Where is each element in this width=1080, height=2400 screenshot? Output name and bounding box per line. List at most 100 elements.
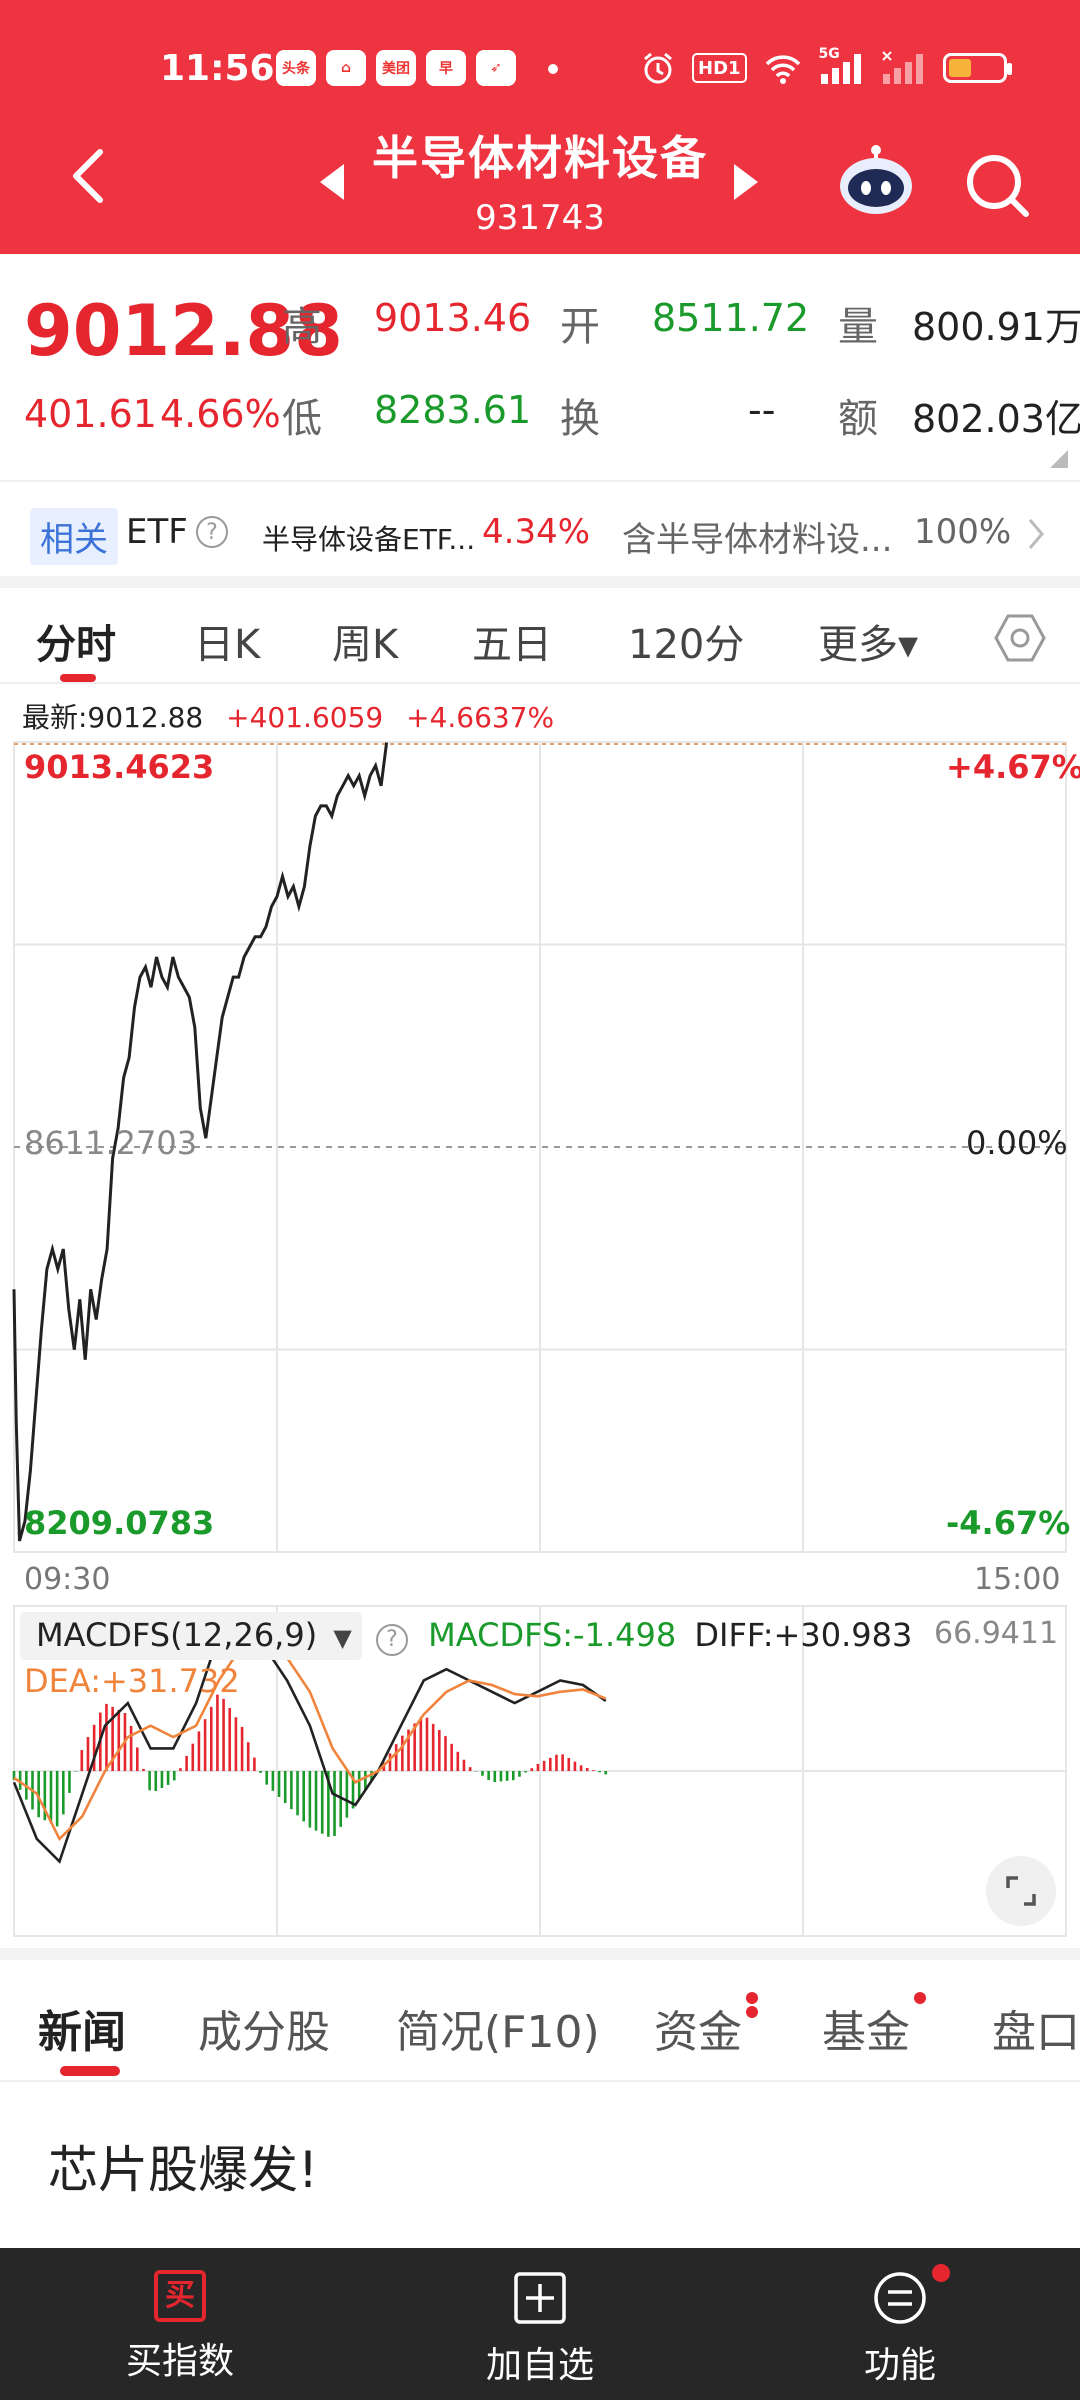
- fullscreen-button[interactable]: [986, 1856, 1056, 1926]
- open-value: 8511.72: [652, 296, 810, 340]
- system-icons: HD1 5G: [640, 46, 1012, 86]
- funds-flow-badge: [746, 2006, 758, 2018]
- menu-circle-icon: [874, 2272, 926, 2324]
- etf-label: ETF: [126, 512, 188, 552]
- page-title: 半导体材料设备: [372, 131, 708, 185]
- bottom-action-bar: 买 买指数 加自选 功能: [0, 2248, 1080, 2400]
- index-code: 931743: [475, 198, 605, 238]
- assistant-robot-icon[interactable]: [836, 142, 916, 222]
- next-index-arrow[interactable]: [734, 164, 758, 200]
- high-label: 高: [282, 304, 322, 350]
- tab-fund[interactable]: 基金: [822, 1996, 910, 2060]
- add-square-icon: [514, 2272, 566, 2324]
- tab-five-day[interactable]: 五日: [472, 612, 552, 670]
- active-tab-indicator: [60, 674, 96, 682]
- macd-max-label: 66.9411: [934, 1616, 1059, 1651]
- intraday-chart-area[interactable]: [0, 730, 1080, 1946]
- low-value: 8283.61: [374, 388, 532, 432]
- status-time: 11:56: [160, 48, 275, 89]
- tab-more[interactable]: 更多▾: [818, 612, 918, 670]
- high-value: 9013.46: [374, 296, 532, 340]
- alarm-icon: [644, 52, 672, 84]
- macd-header: MACDFS(12,26,9) ▼ ? MACDFS:-1.498 DIFF:+…: [20, 1616, 912, 1656]
- hd-icon: HD1: [692, 53, 747, 83]
- functions-button[interactable]: 功能: [800, 2248, 1000, 2388]
- chart-grid: [13, 741, 1067, 1937]
- buy-icon: 买: [154, 2270, 206, 2322]
- axis-top-left-label: 9013.4623: [24, 748, 215, 786]
- macd-help-icon[interactable]: ?: [376, 1624, 408, 1656]
- tab-constituents[interactable]: 成分股: [198, 1996, 330, 2060]
- network-5g-icon: 5G: [819, 46, 865, 86]
- turnover-value: --: [748, 388, 776, 432]
- tab-intraday[interactable]: 分时: [36, 612, 116, 670]
- toutiao-app-icon: 头条: [276, 50, 316, 86]
- macd-histogram: [12, 1694, 608, 1837]
- app-header: 11:56 头条 ⌂ 美团 早 ➶ HD1 5G 半导体材料设备 931743: [0, 0, 1080, 254]
- axis-mid-left-label: 8611.2703: [24, 1124, 198, 1162]
- turnover-label: 换: [560, 396, 600, 442]
- time-start-label: 09:30: [24, 1562, 111, 1597]
- time-end-label: 15:00: [974, 1562, 1061, 1597]
- low-label: 低: [282, 396, 322, 442]
- tab-weekly-k[interactable]: 周K: [332, 612, 398, 670]
- section-divider: [0, 576, 1080, 588]
- etf-contains-pct: 100%: [914, 512, 1012, 552]
- meituan-app-icon: 美团: [376, 50, 416, 86]
- network-5g-label: 5G: [818, 46, 840, 62]
- related-tag: 相关: [30, 508, 118, 565]
- etf-contains[interactable]: 含半导体材料设...: [622, 512, 892, 561]
- more-notifications-dot: [548, 64, 558, 74]
- search-icon[interactable]: [962, 150, 1032, 220]
- quote-panel: 9012.88 401.61 4.66% 高 9013.46 开 8511.72…: [0, 254, 1080, 480]
- section-divider-2: [0, 1948, 1080, 1960]
- funds-flow-red-dot: [746, 1992, 758, 2004]
- tab-news[interactable]: 新闻: [38, 1996, 126, 2060]
- diff-value: DIFF:+30.983: [694, 1616, 913, 1654]
- price-change-pct: 4.66%: [160, 392, 281, 436]
- caret-down-icon[interactable]: ▼: [333, 1624, 351, 1652]
- chart-tabs: 分时 日K 周K 五日 120分 更多▾: [0, 588, 1080, 684]
- battery-icon: [942, 53, 1012, 83]
- related-etf-bar[interactable]: 相关 ETF ? 半导体设备ETF... 4.34% 含半导体材料设... 10…: [0, 480, 1080, 584]
- buy-index-button[interactable]: 买 买指数: [80, 2248, 280, 2384]
- axis-mid-right-label: 0.00%: [966, 1124, 1068, 1162]
- news-app-icon: 早: [426, 50, 466, 86]
- tab-funds-flow[interactable]: 资金: [654, 1996, 742, 2060]
- axis-bottom-left-label: 8209.0783: [24, 1504, 215, 1542]
- open-label: 开: [560, 304, 600, 350]
- expand-corner-icon[interactable]: [1050, 450, 1068, 468]
- functions-label: 功能: [863, 2345, 936, 2386]
- buy-index-label: 买指数: [125, 2341, 234, 2382]
- settings-hexagon-icon[interactable]: [994, 612, 1046, 664]
- help-icon[interactable]: ?: [196, 516, 228, 548]
- axis-top-right-label: +4.67%: [946, 748, 1080, 786]
- amount-value: 802.03亿: [912, 397, 1080, 441]
- signal-empty-icon: [881, 51, 923, 84]
- news-headline[interactable]: 芯片股爆发!: [48, 2130, 318, 2202]
- home-app-icon: ⌂: [326, 50, 366, 86]
- active-info-tab-indicator: [60, 2066, 120, 2076]
- tab-daily-k[interactable]: 日K: [194, 612, 260, 670]
- volume-value: 800.91万: [912, 305, 1080, 349]
- add-watchlist-button[interactable]: 加自选: [440, 2248, 640, 2388]
- status-bar: 11:56 头条 ⌂ 美团 早 ➶ HD1 5G: [0, 40, 1080, 100]
- functions-badge: [932, 2264, 950, 2282]
- etf-fund-pct: 4.34%: [482, 512, 591, 552]
- price-change: 401.61: [24, 392, 157, 436]
- dea-value: DEA:+31.732: [24, 1662, 240, 1700]
- add-watchlist-label: 加自选: [485, 2345, 594, 2386]
- tab-120min[interactable]: 120分: [628, 612, 744, 670]
- tab-order-book[interactable]: 盘口: [992, 1996, 1080, 2060]
- macdfs-value: MACDFS:-1.498: [428, 1616, 677, 1654]
- chevron-right-icon[interactable]: [1024, 514, 1048, 554]
- notification-icons: 头条 ⌂ 美团 早 ➶: [276, 50, 516, 86]
- volume-label: 量: [838, 304, 878, 350]
- etf-fund-name[interactable]: 半导体设备ETF...: [262, 518, 475, 558]
- fullscreen-icon: [1006, 1876, 1036, 1906]
- wifi-icon: [765, 55, 800, 84]
- tab-profile-f10[interactable]: 简况(F10): [396, 1996, 600, 2060]
- title-block: 半导体材料设备 931743: [0, 122, 1080, 238]
- axis-bottom-right-label: -4.67%: [946, 1504, 1071, 1542]
- macd-selector-label[interactable]: MACDFS(12,26,9): [36, 1616, 317, 1654]
